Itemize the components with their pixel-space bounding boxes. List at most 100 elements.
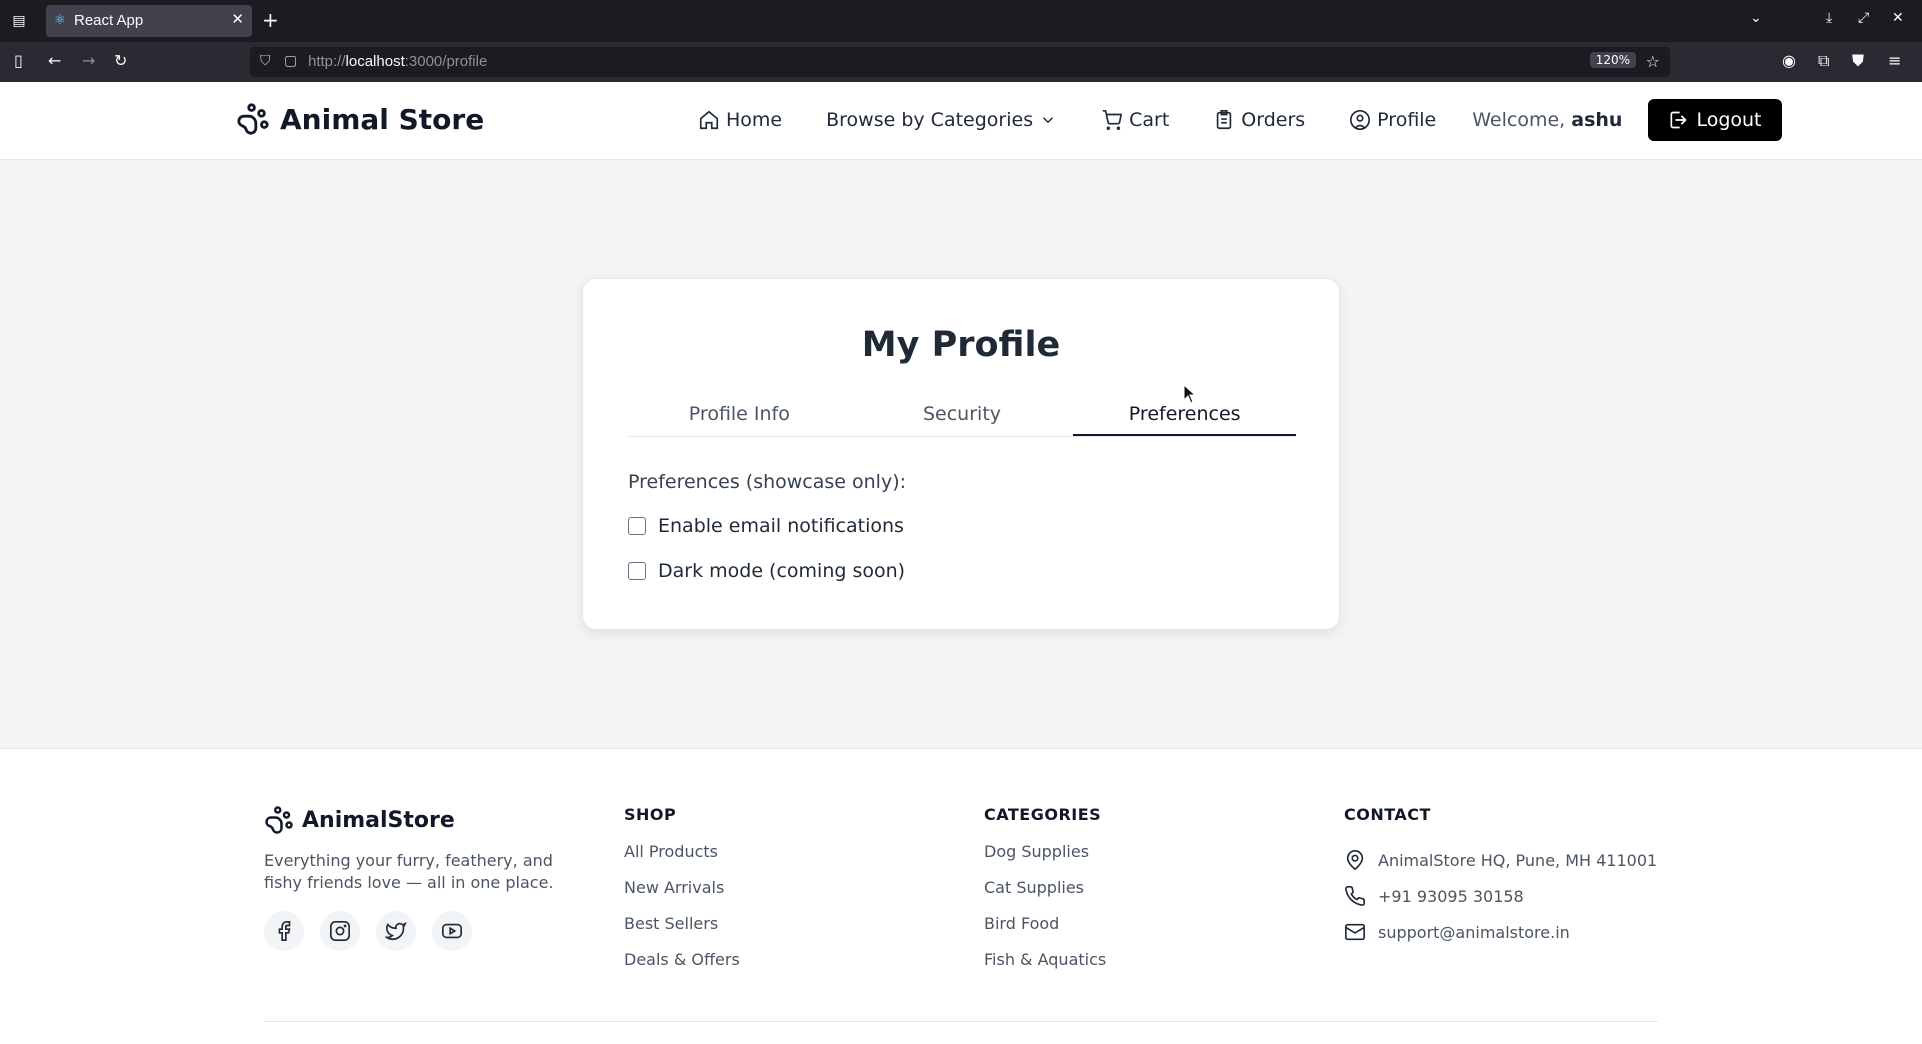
minimize-icon[interactable]: ⤓ (1826, 10, 1832, 26)
url-text[interactable]: http://localhost:3000/profile (308, 53, 487, 70)
footer-contact-heading: CONTACT (1344, 805, 1431, 824)
url-bar[interactable]: ⛉ ▢ http://localhost:3000/profile 120% ☆ (250, 47, 1670, 77)
new-tab-icon[interactable]: + (262, 8, 279, 32)
footer-shop-heading: SHOP (624, 805, 677, 824)
nav-browse-label: Browse by Categories (826, 109, 1034, 131)
shield-extension-icon[interactable]: ⛊ (1852, 51, 1864, 71)
nav-home[interactable]: Home (698, 109, 782, 131)
bookmark-star-icon[interactable]: ☆ (1646, 52, 1660, 71)
welcome-text: Welcome, ashu (1472, 109, 1623, 131)
dark-mode-label: Dark mode (coming soon) (658, 560, 906, 582)
phone-icon (1345, 886, 1365, 906)
youtube-link[interactable] (432, 911, 472, 951)
footer-link-bird-food[interactable]: Bird Food (984, 914, 1106, 950)
sidebar-toggle-icon[interactable]: ▯ (14, 51, 23, 70)
page-title: My Profile (861, 325, 1061, 365)
mouse-cursor-icon (1183, 384, 1197, 404)
username: ashu (1571, 109, 1623, 131)
nav-profile-label: Profile (1377, 109, 1437, 131)
contact-email-text: support@animalstore.in (1378, 922, 1570, 942)
footer-link-new-arrivals[interactable]: New Arrivals (624, 878, 740, 914)
browser-nav-bar: ▯ ← → ↻ ⛉ ▢ http://localhost:3000/profil… (0, 42, 1922, 82)
page-info-icon[interactable]: ▢ (284, 53, 297, 69)
menu-icon[interactable]: ≡ (1888, 51, 1901, 70)
forward-icon[interactable]: → (82, 51, 95, 70)
nav-orders[interactable]: Orders (1213, 109, 1305, 131)
tab-list-icon[interactable]: ▤ (8, 10, 30, 32)
contact-address: AnimalStore HQ, Pune, MH 411001 (1344, 842, 1657, 878)
tab-preferences[interactable]: Preferences (1073, 399, 1297, 436)
restore-icon[interactable]: ⤢ (1858, 10, 1869, 26)
browser-tab[interactable]: ⚛ React App ✕ (46, 5, 252, 37)
orders-icon (1217, 110, 1232, 130)
youtube-icon (442, 923, 462, 939)
contact-phone-text: +91 93095 30158 (1378, 886, 1524, 906)
email-notifications-option[interactable]: Enable email notifications (628, 515, 904, 537)
shield-icon[interactable]: ⛉ (260, 53, 271, 69)
dark-mode-checkbox[interactable] (628, 562, 646, 580)
close-window-icon[interactable]: ✕ (1892, 10, 1904, 26)
browser-tab-bar: ▤ ⚛ React App ✕ + ⌄ ⤓ ⤢ ✕ (0, 0, 1922, 42)
social-links (264, 911, 472, 951)
logout-label: Logout (1696, 109, 1762, 131)
footer-contact-column: CONTACT AnimalStore HQ, Pune, MH 411001 … (1344, 805, 1657, 950)
footer-link-dog-supplies[interactable]: Dog Supplies (984, 842, 1106, 878)
map-pin-icon (1346, 850, 1364, 871)
footer-tagline: Everything your furry, feathery, and fis… (264, 851, 554, 892)
tab-title: React App (74, 12, 144, 29)
user-circle-icon (1350, 110, 1371, 130)
react-favicon-icon: ⚛ (54, 13, 66, 28)
dark-mode-option[interactable]: Dark mode (coming soon) (628, 560, 905, 582)
facebook-link[interactable] (264, 911, 304, 951)
footer-link-deals[interactable]: Deals & Offers (624, 950, 740, 986)
tab-security[interactable]: Security (851, 399, 1074, 436)
site-footer: AnimalStore Everything your furry, feath… (0, 748, 1922, 1044)
cart-icon (1102, 110, 1123, 130)
zoom-badge[interactable]: 120% (1589, 52, 1636, 68)
instagram-icon (330, 921, 350, 941)
tab-overflow-icon[interactable]: ⌄ (1750, 10, 1762, 26)
contact-address-text: AnimalStore HQ, Pune, MH 411001 (1378, 850, 1658, 870)
reload-icon[interactable]: ↻ (114, 51, 127, 70)
back-icon[interactable]: ← (48, 51, 61, 70)
main-nav: Home Browse by Categories Cart Orders Pr… (698, 99, 1782, 141)
nav-profile[interactable]: Profile (1349, 109, 1436, 131)
contact-phone[interactable]: +91 93095 30158 (1344, 878, 1657, 914)
footer-shop-column: SHOP All Products New Arrivals Best Sell… (624, 805, 740, 986)
close-tab-icon[interactable]: ✕ (231, 10, 244, 28)
footer-link-fish-aquatics[interactable]: Fish & Aquatics (984, 950, 1106, 986)
footer-categories-heading: CATEGORIES (984, 805, 1102, 824)
footer-link-cat-supplies[interactable]: Cat Supplies (984, 878, 1106, 914)
footer-link-all-products[interactable]: All Products (624, 842, 740, 878)
brand-logo[interactable]: Animal Store (236, 102, 484, 136)
nav-cart[interactable]: Cart (1101, 109, 1169, 131)
extensions-icon[interactable]: ⧉ (1818, 51, 1829, 71)
email-notifications-checkbox[interactable] (628, 517, 646, 535)
nav-browse-categories[interactable]: Browse by Categories (826, 109, 1057, 131)
logout-icon (1670, 111, 1688, 129)
footer-categories-column: CATEGORIES Dog Supplies Cat Supplies Bir… (984, 805, 1106, 986)
profile-card: My Profile Profile Info Security Prefere… (582, 278, 1340, 630)
paw-icon (265, 806, 293, 834)
preferences-label: Preferences (showcase only): (628, 471, 907, 493)
facebook-icon (278, 921, 291, 941)
twitter-icon (385, 921, 407, 941)
footer-brand-title: AnimalStore (302, 807, 455, 833)
instagram-link[interactable] (320, 911, 360, 951)
nav-orders-label: Orders (1241, 109, 1306, 131)
nav-cart-label: Cart (1129, 109, 1170, 131)
footer-link-best-sellers[interactable]: Best Sellers (624, 914, 740, 950)
chevron-down-icon (1043, 117, 1054, 124)
site-header: Animal Store Home Browse by Categories C… (0, 82, 1922, 160)
email-notifications-label: Enable email notifications (658, 515, 904, 537)
footer-brand[interactable]: AnimalStore (264, 805, 455, 835)
paw-icon (237, 103, 269, 135)
home-icon (699, 110, 719, 130)
logout-button[interactable]: Logout (1648, 99, 1782, 141)
twitter-link[interactable] (376, 911, 416, 951)
tab-profile-info[interactable]: Profile Info (628, 399, 851, 436)
mail-icon (1345, 923, 1365, 941)
profile-tabs: Profile Info Security Preferences (628, 399, 1297, 437)
account-icon[interactable]: ◉ (1782, 51, 1796, 70)
contact-email[interactable]: support@animalstore.in (1344, 914, 1657, 950)
